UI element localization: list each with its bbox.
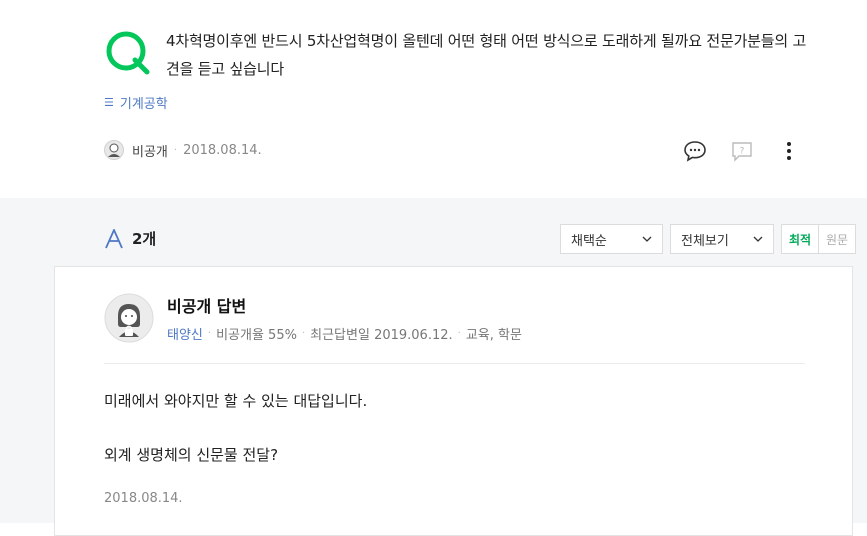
sort-controls: 채택순 전체보기 최적 원문	[560, 224, 856, 254]
question-meta: 비공개 · 2018.08.14.	[104, 140, 262, 160]
svg-text:?: ?	[740, 147, 745, 157]
question-author[interactable]: 비공개	[132, 141, 168, 160]
meta-separator: ·	[457, 328, 461, 339]
category-link[interactable]: ☰ 기계공학	[104, 93, 168, 112]
more-options-button[interactable]	[776, 138, 802, 164]
category-label: 기계공학	[119, 97, 168, 112]
question-section: 4차혁명이후엔 반드시 5차산업혁명이 올텐데 어떤 형태 어떤 방식으로 도래…	[0, 0, 867, 198]
order-toggle: 최적 원문	[781, 224, 856, 254]
answerer-name[interactable]: 태양신	[167, 324, 203, 343]
answer-meta: 태양신 · 비공개율 55% · 최근답변일 2019.06.12. · 교육,…	[167, 324, 522, 343]
chevron-down-icon	[753, 236, 763, 242]
question-actions: ?	[682, 138, 802, 164]
answer-card: 비공개 답변 태양신 · 비공개율 55% · 최근답변일 2019.06.12…	[54, 266, 853, 536]
category-icon: ☰	[104, 96, 114, 109]
divider	[104, 363, 805, 364]
view-select[interactable]: 전체보기	[670, 224, 774, 254]
answers-header: 2개	[104, 228, 156, 249]
answer-body-line: 미래에서 와야지만 할 수 있는 대답입니다.	[104, 392, 368, 410]
answer-a-icon	[105, 228, 123, 248]
toggle-latest[interactable]: 최적	[782, 225, 819, 253]
report-question-icon: ?	[732, 142, 752, 162]
view-select-value: 전체보기	[681, 233, 729, 249]
sort-select[interactable]: 채택순	[560, 224, 663, 254]
answerer-private-rate: 비공개율 55%	[216, 328, 297, 343]
toggle-original[interactable]: 원문	[819, 225, 855, 253]
answerer-avatar	[104, 293, 154, 343]
sort-select-value: 채택순	[571, 233, 607, 249]
comment-button[interactable]	[682, 138, 708, 164]
answer-count: 2개	[132, 230, 157, 248]
report-button[interactable]: ?	[729, 138, 755, 164]
meta-separator: ·	[173, 144, 178, 156]
answer-body: 미래에서 와야지만 할 수 있는 대답입니다. 외계 생명체의 신문물 전달?	[104, 389, 367, 467]
meta-separator: ·	[301, 328, 306, 339]
chevron-down-icon	[642, 236, 652, 242]
answerer-field: 교육, 학문	[465, 328, 522, 343]
question-date: 2018.08.14.	[183, 142, 262, 158]
answers-section: 2개 채택순 전체보기 최적 원문 비공개 답변 태양신 · 비공개율 55% …	[0, 198, 867, 536]
author-avatar	[104, 140, 124, 160]
question-text: 4차혁명이후엔 반드시 5차산업혁명이 올텐데 어떤 형태 어떤 방식으로 도래…	[166, 32, 807, 78]
more-vertical-icon	[787, 142, 791, 160]
meta-separator: ·	[207, 328, 212, 339]
comment-icon	[684, 141, 706, 162]
answerer-recent-date: 최근답변일 2019.06.12.	[310, 328, 453, 343]
answer-date: 2018.08.14.	[104, 491, 183, 506]
answer-body-line: 외계 생명체의 신문물 전달?	[104, 446, 279, 464]
answer-title: 비공개 답변	[167, 297, 247, 316]
question-q-icon	[106, 31, 150, 75]
